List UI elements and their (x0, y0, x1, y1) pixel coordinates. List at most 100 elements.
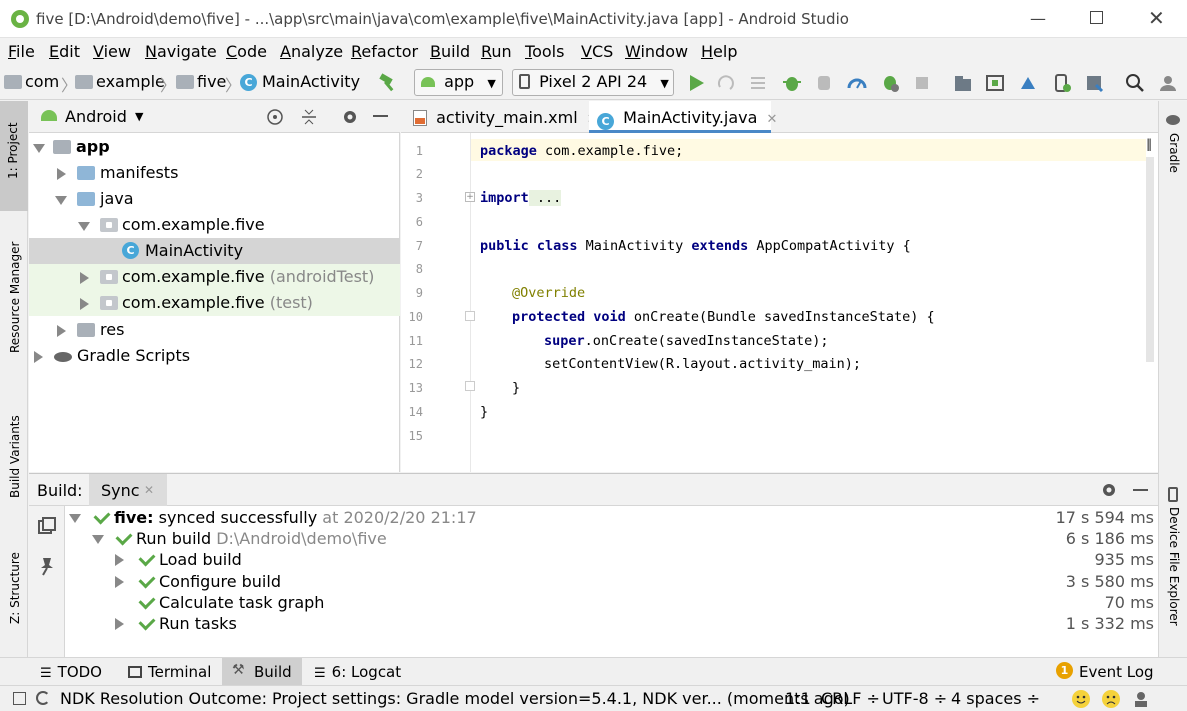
tab-activity-main-xml[interactable]: activity_main.xml ✕ (405, 101, 598, 133)
tab-build[interactable]: ⚒ Build (222, 658, 302, 686)
maximize-button[interactable] (1090, 11, 1103, 24)
gear-icon[interactable] (1100, 481, 1118, 499)
code-line[interactable]: package com.example.five; (480, 143, 683, 159)
stop-icon[interactable] (912, 73, 932, 93)
gear-icon[interactable] (341, 108, 359, 126)
tab-todo[interactable]: ☰ TODO (40, 663, 102, 681)
device-manager-icon[interactable] (1052, 73, 1072, 93)
menu-view[interactable]: View (93, 42, 131, 61)
menu-code[interactable]: Code (226, 42, 267, 61)
close-tab-icon[interactable]: ✕ (767, 112, 778, 127)
menu-edit[interactable]: Edit (49, 42, 80, 61)
breadcrumb-example[interactable]: example (96, 72, 165, 91)
code-line[interactable]: public class MainActivity extends AppCom… (480, 238, 911, 254)
profile-avatar-icon[interactable] (1158, 73, 1178, 93)
happy-face-icon[interactable] (1071, 689, 1091, 709)
tab-sync[interactable]: Sync ✕ (89, 474, 167, 506)
debug-bug-icon[interactable] (782, 73, 802, 93)
tab-project[interactable]: 1: Project (6, 122, 20, 179)
breadcrumb-com[interactable]: com (25, 72, 59, 91)
build-row-configure-build[interactable]: Configure build 3 s 580 ms (69, 571, 1158, 593)
tree-item-mainactivity[interactable]: C MainActivity (29, 238, 400, 264)
locate-file-icon[interactable] (266, 108, 284, 126)
code-line[interactable]: setContentView(R.layout.activity_main); (544, 356, 861, 372)
run-icon[interactable] (686, 73, 706, 93)
menu-navigate[interactable]: Navigate (145, 42, 217, 61)
make-project-hammer-icon[interactable] (378, 73, 398, 93)
close-tab-icon[interactable]: ✕ (144, 483, 154, 497)
tree-item-package-androidtest[interactable]: com.example.five (androidTest) (29, 264, 400, 290)
tab-mainactivity-java[interactable]: C MainActivity.java ✕ (589, 101, 777, 133)
tree-item-res[interactable]: res (29, 317, 400, 343)
code-line[interactable]: } (512, 380, 520, 396)
build-row-calculate-task-graph[interactable]: Calculate task graph 70 ms (69, 592, 1158, 614)
pin-icon[interactable] (37, 556, 57, 576)
inspector-icon[interactable] (1131, 689, 1151, 709)
status-message[interactable]: NDK Resolution Outcome: Project settings… (60, 689, 850, 708)
toggle-view-icon[interactable] (37, 516, 57, 536)
tree-item-java[interactable]: java (29, 186, 400, 212)
code-line[interactable]: @Override (512, 285, 585, 301)
tree-item-manifests[interactable]: manifests (29, 160, 400, 186)
menu-analyze[interactable]: Analyze (280, 42, 343, 61)
sad-face-icon[interactable] (1101, 689, 1121, 709)
code-line[interactable]: super.onCreate(savedInstanceState); (544, 333, 828, 349)
indent-setting[interactable]: 4 spaces ÷ (951, 689, 1040, 708)
tree-item-package[interactable]: com.example.five (29, 212, 400, 238)
project-structure-icon[interactable] (1084, 73, 1104, 93)
code-line[interactable]: protected void onCreate(Bundle savedInst… (512, 309, 935, 325)
search-icon[interactable] (1125, 73, 1145, 93)
chevron-down-icon[interactable]: ▼ (135, 110, 143, 123)
close-window-button[interactable]: ✕ (1148, 6, 1165, 30)
editor-scrollbar[interactable] (1146, 157, 1154, 362)
breadcrumb-five[interactable]: five (197, 72, 226, 91)
apply-code-changes-icon[interactable] (749, 73, 769, 93)
fold-icon[interactable] (465, 311, 475, 321)
fold-expand-icon[interactable]: + (465, 192, 475, 202)
tab-event-log[interactable]: Event Log (1079, 663, 1154, 681)
menu-build[interactable]: Build (430, 42, 470, 61)
build-row-load-build[interactable]: Load build 935 ms (69, 549, 1158, 571)
tab-device-file-explorer[interactable]: Device File Explorer (1167, 507, 1181, 626)
build-row-root[interactable]: five: synced successfully at 2020/2/20 2… (69, 507, 1158, 529)
avd-manager-icon[interactable] (985, 73, 1005, 93)
tree-item-gradle-scripts[interactable]: Gradle Scripts (29, 343, 400, 369)
sdk-manager-icon[interactable] (1018, 73, 1038, 93)
tree-item-package-test[interactable]: com.example.five (test) (29, 290, 400, 316)
tab-logcat[interactable]: ☰ 6: Logcat (314, 663, 401, 681)
menu-help[interactable]: Help (701, 42, 737, 61)
run-config-select[interactable]: app ▼ (414, 69, 503, 96)
hide-panel-icon[interactable] (1133, 489, 1148, 491)
hide-panel-icon[interactable] (373, 115, 388, 117)
minimize-button[interactable]: — (1030, 9, 1046, 28)
project-view-select[interactable]: Android (65, 107, 127, 126)
line-separator[interactable]: CRLF ÷ (821, 689, 880, 708)
tab-terminal[interactable]: Terminal (128, 663, 211, 681)
tab-build-variants[interactable]: Build Variants (8, 415, 22, 498)
breadcrumb-mainactivity[interactable]: MainActivity (262, 72, 360, 91)
code-line[interactable]: import ... (480, 190, 562, 206)
apply-changes-icon[interactable] (716, 73, 736, 93)
collapse-all-icon[interactable] (300, 108, 318, 126)
code-line[interactable]: } (480, 404, 488, 420)
toggle-tool-windows-icon[interactable] (13, 692, 26, 705)
tab-gradle[interactable]: Gradle (1167, 133, 1181, 173)
menu-run[interactable]: Run (481, 42, 512, 61)
file-encoding[interactable]: UTF-8 ÷ (882, 689, 947, 708)
caret-position[interactable]: 1:1 (785, 689, 811, 708)
menu-tools[interactable]: Tools (525, 42, 564, 61)
menu-window[interactable]: Window (625, 42, 688, 61)
tree-item-app[interactable]: app (29, 134, 400, 160)
build-row-run-tasks[interactable]: Run tasks 1 s 332 ms (69, 613, 1158, 635)
menu-refactor[interactable]: Refactor (351, 42, 418, 61)
attach-process-icon[interactable] (880, 73, 900, 93)
tab-structure[interactable]: Z: Structure (8, 552, 22, 624)
fold-icon[interactable] (465, 381, 475, 391)
pause-inspection-icon[interactable]: ‖ (1146, 137, 1156, 151)
sync-project-icon[interactable] (953, 73, 973, 93)
device-select[interactable]: Pixel 2 API 24 ▼ (512, 69, 674, 96)
menu-vcs[interactable]: VCS (581, 42, 613, 61)
build-row-run-build[interactable]: Run build D:\Android\demo\five 6 s 186 m… (69, 528, 1158, 550)
menu-file[interactable]: File (8, 42, 35, 61)
attach-debugger-icon[interactable] (815, 73, 835, 93)
